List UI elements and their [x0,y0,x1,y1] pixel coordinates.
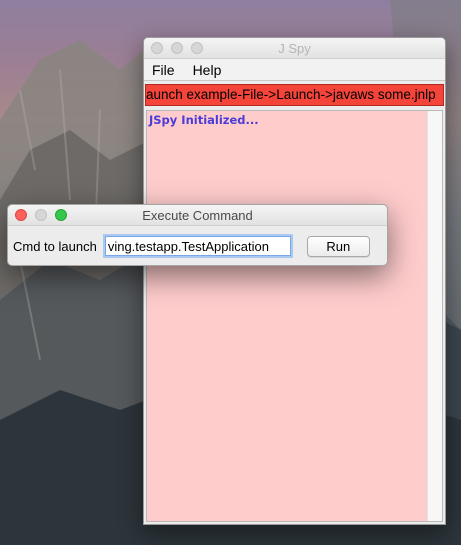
dialog-titlebar[interactable]: Execute Command [8,205,387,226]
jspy-window-title: J Spy [278,41,311,56]
cmd-to-launch-input[interactable] [104,236,291,256]
execute-command-dialog: Execute Command Cmd to launch Run [7,204,388,266]
launch-command-text: aunch example-File->Launch->javaws some.… [146,87,436,102]
jspy-window: J Spy File Help aunch example-File->Laun… [143,37,446,525]
cmd-to-launch-label: Cmd to launch [13,238,97,254]
jspy-titlebar[interactable]: J Spy [144,38,445,59]
dialog-title: Execute Command [142,208,253,223]
log-output-area[interactable]: JSpy Initialized... [146,110,443,522]
jspy-menubar: File Help [144,59,445,81]
run-button[interactable]: Run [306,235,370,257]
launch-command-field[interactable]: aunch example-File->Launch->javaws some.… [145,84,444,106]
dialog-body: Cmd to launch Run [8,226,387,265]
menu-help[interactable]: Help [193,62,222,78]
log-message: JSpy Initialized... [149,113,259,127]
menu-file[interactable]: File [152,62,175,78]
log-scrollbar[interactable] [427,111,442,521]
